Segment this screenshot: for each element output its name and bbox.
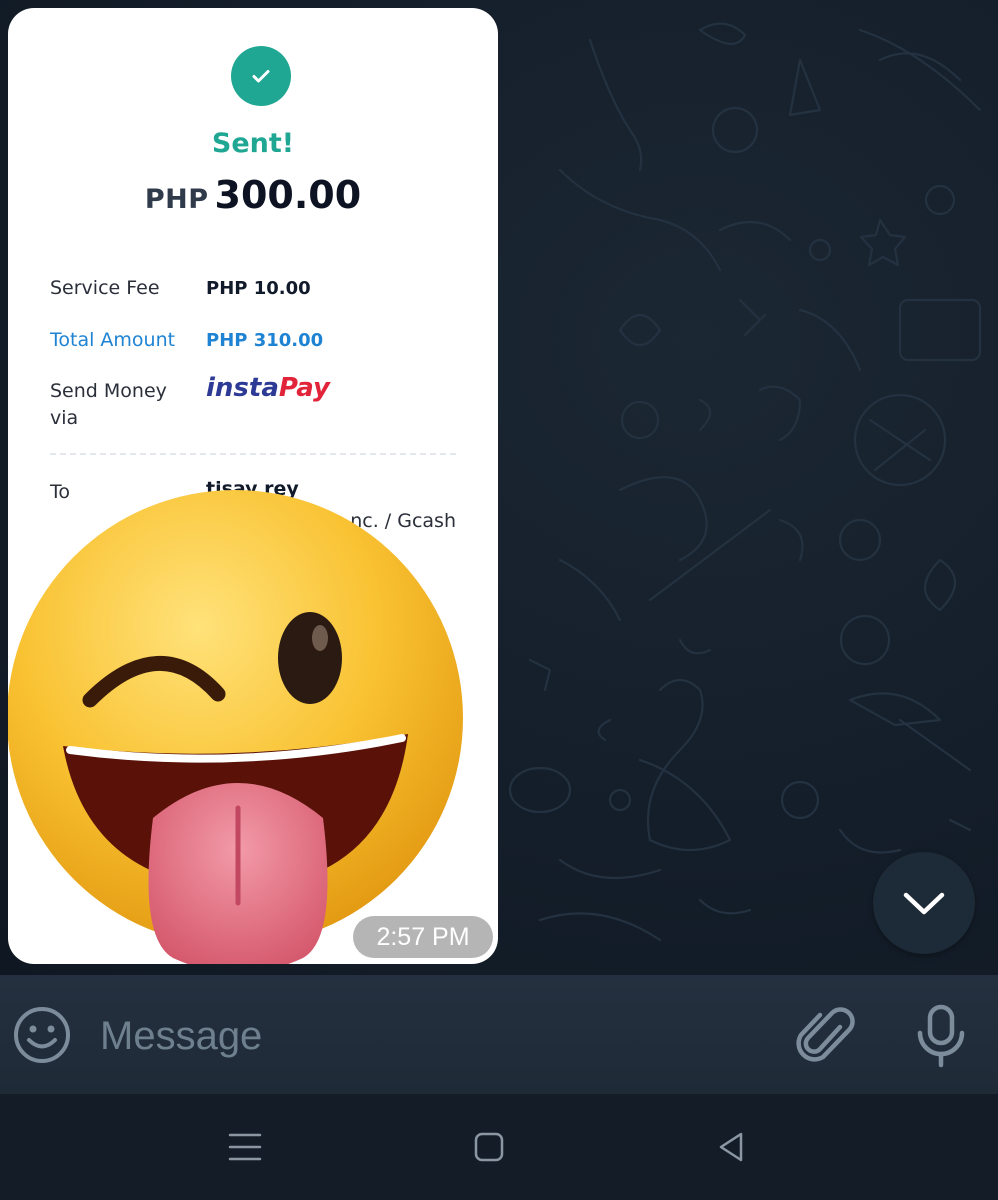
winking-tongue-face-sticker [8, 490, 463, 964]
scroll-to-bottom-button[interactable] [873, 852, 975, 954]
instapay-logo-insta: insta [206, 373, 279, 403]
service-fee-value: PHP 10.00 [206, 278, 311, 299]
instapay-logo: instaPay [206, 373, 330, 403]
square-home-icon [474, 1132, 504, 1162]
message-input[interactable] [98, 1005, 782, 1067]
dashed-divider [50, 453, 456, 455]
system-navigation-bar [0, 1094, 998, 1200]
service-fee-label: Service Fee [50, 277, 160, 299]
recent-apps-button[interactable] [220, 1122, 270, 1172]
smile-icon [14, 1007, 70, 1063]
triangle-back-icon [719, 1132, 743, 1162]
amount-value: 300.00 [214, 173, 362, 217]
sent-amount: PHP 300.00 [8, 173, 498, 217]
sent-status-title: Sent! [211, 128, 295, 159]
send-via-label: Send Money [50, 380, 167, 402]
attach-button[interactable] [795, 1003, 855, 1067]
message-composer [0, 975, 998, 1094]
chevron-down-icon [903, 892, 945, 915]
microphone-icon [917, 1004, 965, 1068]
home-button[interactable] [464, 1122, 514, 1172]
receipt-image-message[interactable]: Sent! PHP 300.00 Service Fee PHP 10.00 To… [8, 8, 498, 964]
send-via-label-line2: via [50, 407, 79, 429]
total-amount-value: PHP 310.00 [206, 330, 324, 351]
emoji-button[interactable] [12, 1005, 72, 1065]
voice-record-button[interactable] [914, 1003, 968, 1069]
total-amount-label: Total Amount [50, 329, 176, 351]
back-button[interactable] [706, 1122, 756, 1172]
instapay-logo-pay: Pay [278, 373, 330, 403]
check-icon [231, 46, 291, 106]
paperclip-icon [796, 1007, 855, 1062]
chat-area[interactable]: Sent! PHP 300.00 Service Fee PHP 10.00 To… [0, 0, 998, 975]
menu-lines-icon [228, 1133, 262, 1161]
message-timestamp: 2:57 PM [353, 916, 493, 958]
currency-label: PHP [144, 184, 209, 215]
